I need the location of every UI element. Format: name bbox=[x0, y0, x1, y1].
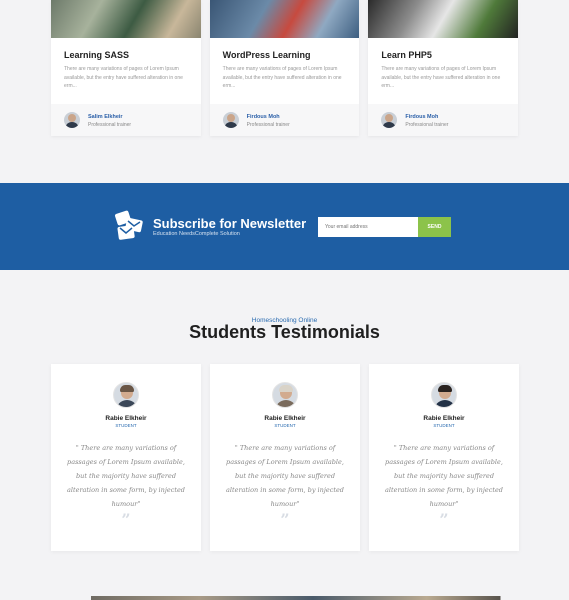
course-title[interactable]: WordPress Learning bbox=[223, 50, 311, 60]
course-description: There are many variations of pages of Lo… bbox=[64, 66, 183, 89]
course-description: There are many variations of pages of Lo… bbox=[222, 66, 342, 89]
email-field[interactable] bbox=[318, 217, 418, 237]
testimonial-card: Rabie Elkheir STUDENT " There are many v… bbox=[210, 364, 360, 551]
course-card[interactable]: Learn PHP5 There are many variations of … bbox=[368, 0, 519, 136]
avatar bbox=[272, 382, 298, 408]
course-title[interactable]: Learn PHP5 bbox=[381, 50, 432, 60]
course-list: Learning SASS There are many variations … bbox=[51, 0, 519, 136]
newsletter-section: Subscribe for Newsletter Education Needs… bbox=[0, 183, 569, 270]
course-title[interactable]: Learning SASS bbox=[64, 50, 129, 60]
avatar bbox=[222, 112, 239, 128]
student-role: STUDENT bbox=[433, 423, 455, 428]
newsletter-icon bbox=[115, 210, 143, 240]
author-role: Professional trainer bbox=[405, 122, 449, 128]
course-card[interactable]: Learning SASS There are many variations … bbox=[51, 0, 201, 136]
avatar bbox=[113, 382, 139, 408]
testimonial-quote: " There are many variations of passages … bbox=[67, 444, 185, 508]
avatar bbox=[431, 382, 457, 408]
testimonial-card: Rabie Elkheir STUDENT " There are many v… bbox=[51, 364, 201, 551]
quote-icon: ” bbox=[121, 510, 131, 529]
course-image[interactable] bbox=[51, 0, 201, 38]
course-description: There are many variations of pages of Lo… bbox=[381, 66, 501, 89]
course-card[interactable]: WordPress Learning There are many variat… bbox=[209, 0, 360, 136]
author-name[interactable]: Salim Elkheir bbox=[88, 114, 123, 120]
newsletter-subtitle: Education NeedsComplete Solution bbox=[153, 231, 240, 237]
testimonial-quote: " There are many variations of passages … bbox=[385, 444, 503, 508]
student-name: Rabie Elkheir bbox=[423, 415, 465, 422]
avatar bbox=[64, 112, 80, 128]
testimonial-list: Rabie Elkheir STUDENT " There are many v… bbox=[51, 364, 519, 551]
gallery-strip bbox=[0, 596, 569, 600]
avatar bbox=[381, 112, 398, 128]
student-role: STUDENT bbox=[274, 423, 296, 428]
send-button[interactable]: SEND bbox=[418, 217, 451, 237]
author-role: Professional trainer bbox=[246, 122, 290, 128]
quote-icon: ” bbox=[280, 510, 290, 529]
testimonial-quote: " There are many variations of passages … bbox=[226, 444, 344, 508]
course-image[interactable] bbox=[368, 0, 519, 38]
student-role: STUDENT bbox=[115, 423, 137, 428]
course-image[interactable] bbox=[209, 0, 360, 38]
author-name[interactable]: Firdous Moh bbox=[405, 114, 438, 120]
course-footer: Salim Elkheir Professional trainer bbox=[51, 104, 201, 136]
quote-icon: ” bbox=[439, 510, 449, 529]
course-footer: Firdous Moh Professional trainer bbox=[368, 104, 519, 136]
student-name: Rabie Elkheir bbox=[264, 415, 306, 422]
course-footer: Firdous Moh Professional trainer bbox=[209, 104, 360, 136]
section-title: Students Testimonials bbox=[189, 322, 380, 342]
student-name: Rabie Elkheir bbox=[105, 415, 147, 422]
author-role: Professional trainer bbox=[88, 122, 132, 128]
newsletter-title: Subscribe for Newsletter bbox=[153, 216, 307, 231]
testimonial-card: Rabie Elkheir STUDENT " There are many v… bbox=[369, 364, 519, 551]
author-name[interactable]: Firdous Moh bbox=[247, 114, 280, 120]
